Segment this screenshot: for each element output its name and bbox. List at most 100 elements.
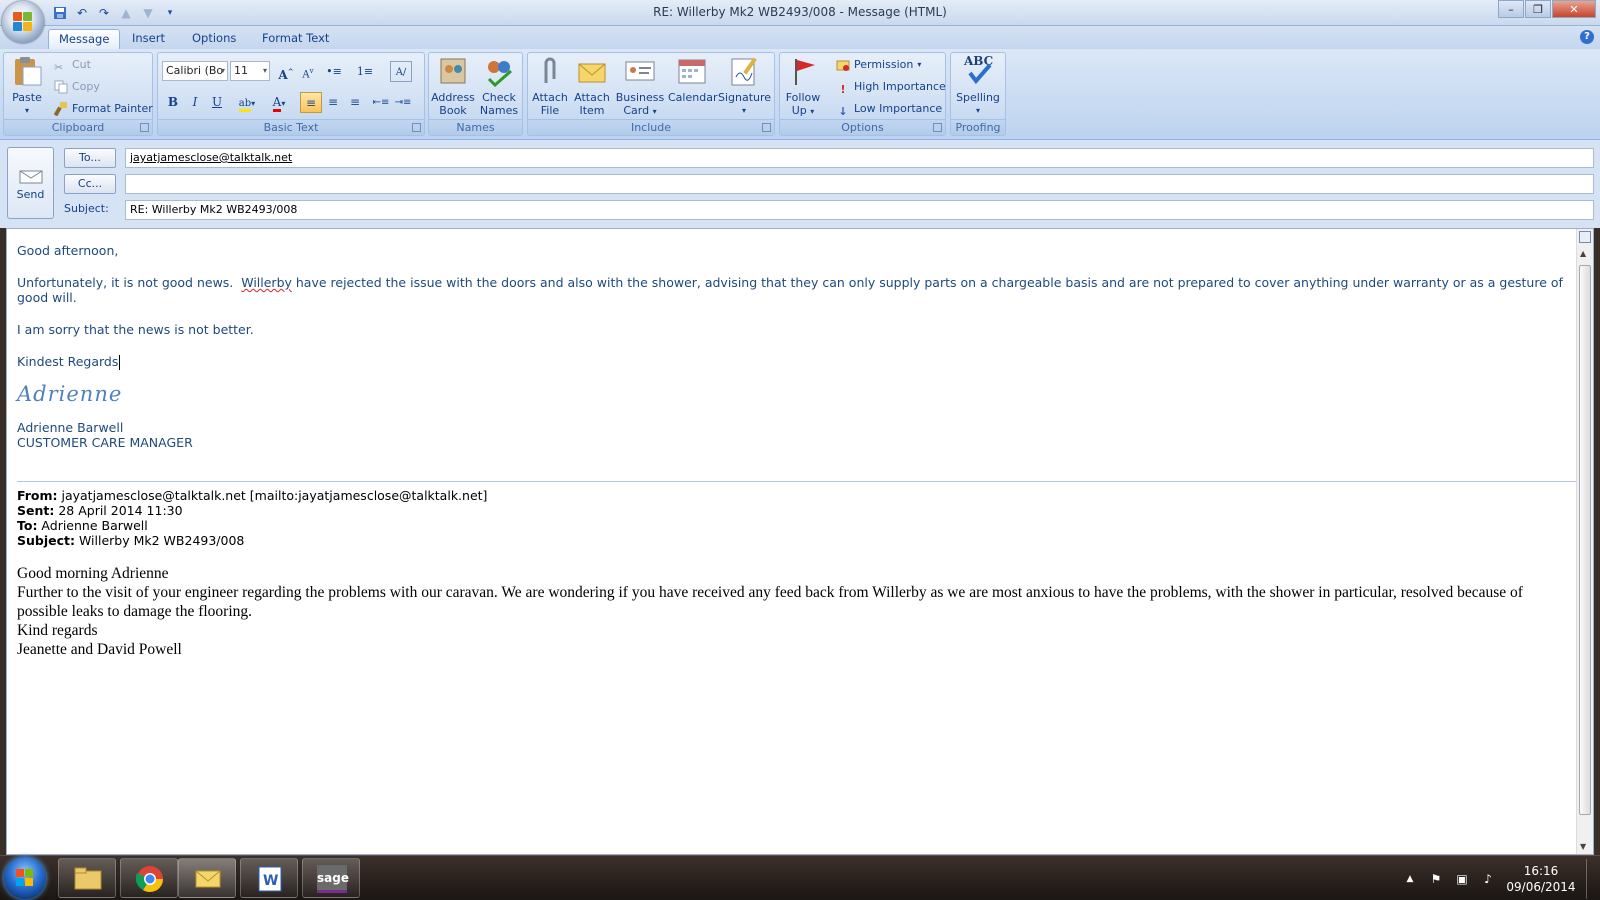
vertical-scrollbar[interactable]: ▲ ▼ <box>1576 229 1593 854</box>
format-painter-label: Format Painter <box>72 102 153 115</box>
minimize-button[interactable]: – <box>1498 0 1524 18</box>
signature-button[interactable]: Signature ▾ <box>718 55 772 117</box>
message-body[interactable]: Good afternoon, Unfortunately, it is not… <box>17 243 1577 659</box>
orig-sent: Sent: 28 April 2014 11:30 <box>17 503 1577 518</box>
align-center-icon[interactable]: ≡ <box>322 92 344 113</box>
taskbar-explorer[interactable] <box>58 858 116 898</box>
office-button[interactable] <box>2 1 44 43</box>
volume-icon[interactable]: ♪ <box>1480 872 1496 886</box>
align-left-icon[interactable]: ≡ <box>300 92 322 113</box>
orig-from-label: From: <box>17 488 58 503</box>
scroll-up-icon[interactable]: ▲ <box>1580 249 1586 258</box>
check-names-button[interactable]: Check Names <box>477 55 521 117</box>
signature-label: Signature <box>718 91 772 104</box>
to-field[interactable]: jayatjamesclose@talktalk.net <box>125 148 1594 168</box>
spelling-button[interactable]: ABC Spelling ▾ <box>954 55 1002 117</box>
orig-sent-value: 28 April 2014 11:30 <box>54 503 183 518</box>
paste-button[interactable]: Paste ▾ <box>7 55 47 117</box>
follow-up-label-2: Up ▾ <box>782 104 824 118</box>
format-painter-button[interactable]: Format Painter <box>53 99 153 119</box>
message-body-editor[interactable]: Good afternoon, Unfortunately, it is not… <box>6 228 1594 855</box>
send-icon <box>18 168 44 184</box>
action-center-flag-icon[interactable]: ⚑ <box>1428 872 1444 886</box>
start-button[interactable] <box>4 857 46 899</box>
subject-label: Subject: <box>64 202 109 215</box>
cc-button[interactable]: Cc... <box>64 174 116 194</box>
highlight-color-icon[interactable]: ab▾ <box>232 92 262 113</box>
address-book-button[interactable]: Address Book <box>431 55 475 117</box>
decrease-indent-icon[interactable]: ⇤≡ <box>370 92 392 113</box>
bullets-icon[interactable]: •≡ <box>323 61 345 82</box>
restore-button[interactable]: ❐ <box>1525 0 1551 18</box>
low-importance-label: Low Importance <box>854 102 943 115</box>
taskbar-word[interactable]: W <box>240 858 298 898</box>
attach-file-button[interactable]: Attach File <box>530 55 570 117</box>
scroll-down-icon[interactable]: ▼ <box>1580 842 1586 851</box>
scrollbar-thumb[interactable] <box>1579 265 1591 815</box>
tab-insert[interactable]: Insert <box>122 29 175 49</box>
taskbar: W sage ▲ ⚑ ▣ ♪ 16:16 09/06/2014 <box>0 855 1600 900</box>
subject-field[interactable]: RE: Willerby Mk2 WB2493/008 <box>125 200 1594 220</box>
dialog-launcher-icon[interactable] <box>762 123 771 132</box>
font-name-select[interactable]: Calibri (Bo ▾ <box>162 61 228 81</box>
high-importance-button[interactable]: ! High Importance <box>836 77 945 97</box>
cut-button[interactable]: ✂ Cut <box>54 55 91 75</box>
clear-formatting-icon[interactable]: A∕ <box>390 61 412 82</box>
svg-text:W: W <box>263 873 278 889</box>
to-button[interactable]: To... <box>64 148 116 168</box>
show-desktop-button[interactable] <box>1586 858 1596 899</box>
numbering-icon[interactable]: 1≡ <box>354 61 376 82</box>
envelope-icon <box>576 55 608 87</box>
orig-sent-label: Sent: <box>17 503 55 518</box>
underline-button[interactable]: U <box>206 92 228 113</box>
proofing-group: ABC Spelling ▾ Proofing <box>950 52 1006 136</box>
tab-options[interactable]: Options <box>182 29 246 49</box>
tab-format-text[interactable]: Format Text <box>252 29 339 49</box>
calendar-button[interactable]: Calendar <box>668 55 717 104</box>
permission-label: Permission <box>854 58 914 71</box>
taskbar-outlook[interactable] <box>178 858 236 898</box>
bold-button[interactable]: B <box>162 92 184 113</box>
italic-button[interactable]: I <box>184 92 206 113</box>
closing-text: Kindest Regards <box>17 354 119 369</box>
grow-font-icon[interactable]: A^ <box>275 61 297 82</box>
to-recipient: jayatjamesclose@talktalk.net <box>130 151 293 164</box>
dialog-launcher-icon[interactable] <box>412 123 421 132</box>
taskbar-chrome[interactable] <box>120 858 178 898</box>
orig-subject: Subject: Willerby Mk2 WB2493/008 <box>17 533 1577 548</box>
taskbar-sage[interactable]: sage <box>302 858 360 898</box>
permission-button[interactable]: Permission ▾ <box>836 55 921 75</box>
network-icon[interactable]: ▣ <box>1454 872 1470 886</box>
increase-indent-icon[interactable]: ⇥≡ <box>392 92 414 113</box>
clock[interactable]: 16:16 09/06/2014 <box>1506 863 1576 895</box>
ribbon-tabs: Message Insert Options Format Text ? <box>0 26 1600 49</box>
follow-up-button[interactable]: Follow Up ▾ <box>782 55 824 118</box>
ruler-toggle-icon[interactable] <box>1579 231 1591 243</box>
original-message-body: Good morning Adrienne Further to the vis… <box>17 564 1577 659</box>
business-card-icon <box>624 55 656 87</box>
tab-message[interactable]: Message <box>48 29 121 49</box>
check-names-label-2: Names <box>479 104 519 117</box>
names-group-label: Names <box>429 119 522 135</box>
copy-button[interactable]: Copy <box>54 77 100 97</box>
close-button[interactable]: ✕ <box>1552 0 1596 18</box>
misspelled-word[interactable]: Willerby <box>241 275 292 290</box>
send-button[interactable]: Send <box>7 147 54 219</box>
copy-label: Copy <box>72 80 100 93</box>
show-hidden-icons-icon[interactable]: ▲ <box>1402 872 1418 886</box>
font-color-icon[interactable]: A▾ <box>264 92 294 113</box>
body-paragraph-2: I am sorry that the news is not better. <box>17 322 254 337</box>
help-icon[interactable]: ? <box>1580 30 1594 44</box>
dialog-launcher-icon[interactable] <box>933 123 942 132</box>
attach-file-label-1: Attach <box>532 91 568 104</box>
cc-field[interactable] <box>125 174 1594 194</box>
shrink-font-icon[interactable]: Av <box>297 61 319 82</box>
business-card-button[interactable]: Business Card ▾ <box>614 55 666 118</box>
calendar-icon <box>676 55 708 87</box>
dialog-launcher-icon[interactable] <box>140 123 149 132</box>
low-importance-button[interactable]: ↓ Low Importance <box>836 99 942 119</box>
attach-item-button[interactable]: Attach Item <box>572 55 612 117</box>
font-size-select[interactable]: 11 ▾ <box>230 61 270 81</box>
office-logo-icon <box>13 12 33 32</box>
align-right-icon[interactable]: ≡ <box>344 92 366 113</box>
